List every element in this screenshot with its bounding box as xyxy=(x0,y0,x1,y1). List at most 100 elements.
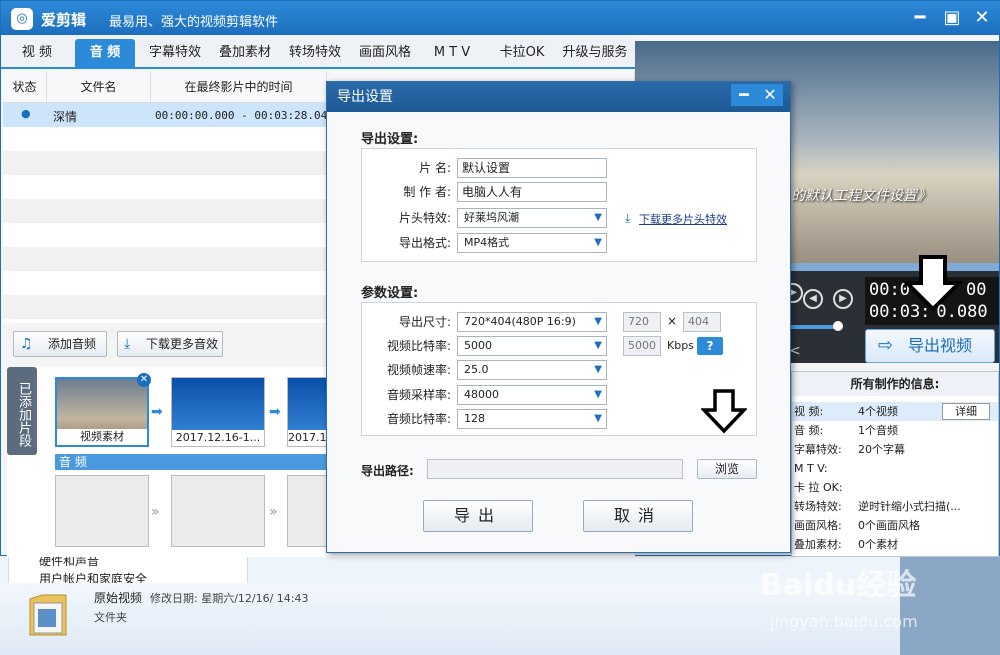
info-title: 所有制作的信息: xyxy=(792,372,998,396)
asample-select[interactable]: 48000 ▼ xyxy=(457,385,607,405)
chevron-right-icon: » xyxy=(269,504,278,520)
download-effects-button[interactable]: ⤓ 下载更多音效 xyxy=(117,331,223,357)
next-frame-icon[interactable]: ▶ xyxy=(833,289,853,309)
asample-value: 48000 xyxy=(464,388,499,401)
name-field[interactable]: 默认设置 xyxy=(457,158,607,178)
col-filename[interactable]: 文件名 xyxy=(47,71,151,103)
col-time[interactable]: 在最终影片中的时间 xyxy=(151,71,327,103)
tab-mtv[interactable]: M T V xyxy=(421,39,483,67)
clip-caption-3: 2017.12 xyxy=(288,430,328,446)
dialog-title: 导出设置 xyxy=(327,82,790,112)
folder-type: 文件夹 xyxy=(94,611,127,624)
info-value: 4个视频 xyxy=(858,405,898,418)
title-bar: ◎ 爱剪辑 最易用、强大的视频剪辑软件 ━ ▣ ✕ xyxy=(1,1,1000,35)
minimize-icon[interactable]: ━ xyxy=(731,84,757,106)
vbitrate-value: 5000 xyxy=(464,339,492,352)
row-time: 00:00:00.000 - 00:03:28.040 xyxy=(155,109,334,122)
tab-subtitles[interactable]: 字幕特效 xyxy=(141,39,209,67)
intro-select[interactable]: 好莱坞风潮 ▼ xyxy=(457,208,607,228)
info-label: M T V: xyxy=(794,462,828,475)
status-dot: ● xyxy=(21,107,31,120)
info-value: 20个字幕 xyxy=(858,443,905,456)
clip-thumb-3[interactable]: 2017.12 xyxy=(287,377,329,447)
clip-remove-icon[interactable]: ✕ xyxy=(137,373,151,387)
info-label: 音 频: xyxy=(794,424,824,437)
kbps-unit: Kbps xyxy=(667,339,694,352)
chevron-down-icon: ▼ xyxy=(594,212,602,223)
tab-karaoke[interactable]: 卡拉OK xyxy=(489,39,555,67)
abitrate-select[interactable]: 128 ▼ xyxy=(457,409,607,429)
info-row: M T V: xyxy=(792,459,998,478)
export-button[interactable]: 导出 xyxy=(423,500,533,532)
detail-button[interactable]: 详细 xyxy=(942,403,990,420)
author-field[interactable]: 电脑人人有 xyxy=(457,182,607,202)
chevron-down-icon: ▼ xyxy=(594,389,602,400)
info-panel: 所有制作的信息: 视 频: 4个视频 详细 音 频: 1个音频 字幕特效: 20个字… xyxy=(791,371,999,557)
format-select[interactable]: MP4格式 ▼ xyxy=(457,233,607,253)
browse-button[interactable]: 浏览 xyxy=(697,459,757,479)
export-icon: ⇨ xyxy=(878,335,894,356)
abitrate-value: 128 xyxy=(464,412,485,425)
info-value: 0个画面风格 xyxy=(858,519,920,532)
tab-overlay[interactable]: 叠加素材 xyxy=(211,39,279,67)
seek-bar[interactable] xyxy=(791,263,999,271)
help-icon[interactable]: ? xyxy=(697,337,723,355)
empty-slot xyxy=(55,475,149,547)
cancel-button[interactable]: 取消 xyxy=(583,500,693,532)
col-status[interactable]: 状态 xyxy=(3,71,47,103)
chevron-down-icon: ▼ xyxy=(594,364,602,375)
info-row: 转场特效: 逆时针缩小式扫描(... xyxy=(792,497,998,516)
download-intro-link[interactable]: 下载更多片头特效 xyxy=(639,211,727,227)
row-filename: 深情 xyxy=(53,110,78,124)
tab-transitions[interactable]: 转场特效 xyxy=(281,39,349,67)
clip-thumb-2[interactable]: 2017.12.16-1... xyxy=(171,377,265,447)
times-sign: × xyxy=(667,314,678,328)
baidu-watermark-url: jingyan.baidu.com xyxy=(770,612,918,631)
path-field[interactable] xyxy=(427,459,683,479)
fps-select[interactable]: 25.0 ▼ xyxy=(457,360,607,380)
close-icon[interactable]: ✕ xyxy=(757,84,783,106)
abitrate-label: 音频比特率: xyxy=(386,412,451,426)
folder-icon xyxy=(29,594,67,636)
main-tabs: 视 频 音 频 字幕特效 叠加素材 转场特效 画面风格 M T V 卡拉OK 升… xyxy=(1,35,635,69)
preview-caption: 的默认工程文件设置》 xyxy=(791,188,931,204)
export-settings-dialog: 导出设置 ━ ✕ 导出设置: 片 名: 默认设置 制 作 者: 电脑人人有 片头… xyxy=(326,81,791,553)
name-label: 片 名: xyxy=(419,161,451,175)
baidu-watermark: Baidu经验 xyxy=(760,568,917,603)
folder-name: 原始视频 xyxy=(94,591,143,605)
app-name: 爱剪辑 xyxy=(41,11,87,29)
add-audio-button[interactable]: ♫ 添加音频 xyxy=(13,331,107,357)
path-label: 导出路径: xyxy=(361,464,414,478)
maximize-icon[interactable]: ▣ xyxy=(939,5,965,31)
volume-slider[interactable] xyxy=(791,325,839,329)
music-add-icon: ♫ xyxy=(20,336,33,352)
format-label: 导出格式: xyxy=(398,236,451,250)
close-icon[interactable]: ✕ xyxy=(969,5,995,31)
add-audio-label: 添加音频 xyxy=(48,337,97,351)
asample-label: 音频采样率: xyxy=(386,388,451,402)
empty-slot xyxy=(287,475,329,547)
width-field: 720 xyxy=(623,312,661,332)
tab-video[interactable]: 视 频 xyxy=(5,39,69,67)
info-label: 叠加素材: xyxy=(794,538,842,551)
export-video-button[interactable]: ⇨ 导出视频 xyxy=(865,329,995,363)
audio-track: 音 频 xyxy=(55,454,329,470)
export-video-label: 导出视频 xyxy=(908,336,973,355)
minimize-icon[interactable]: ━ xyxy=(907,5,933,31)
vbitrate-select[interactable]: 5000 ▼ xyxy=(457,336,607,356)
size-select[interactable]: 720*404(480P 16:9) ▼ xyxy=(457,312,607,332)
prev-frame-icon[interactable]: ◀ xyxy=(803,289,823,309)
vbitrate-label: 视频比特率: xyxy=(386,339,451,353)
info-label: 转场特效: xyxy=(794,500,842,513)
tab-upgrade[interactable]: 升级与服务 xyxy=(557,39,633,67)
chevron-down-icon: ▼ xyxy=(594,413,602,424)
info-label: 画面风格: xyxy=(794,519,842,532)
fps-label: 视频帧速率: xyxy=(386,363,451,377)
volume-handle[interactable] xyxy=(833,321,843,331)
tab-audio[interactable]: 音 频 xyxy=(75,39,135,67)
clip-thumb-1[interactable]: 视频素材 xyxy=(55,377,149,447)
intro-value: 好莱坞风潮 xyxy=(464,211,519,224)
info-label: 视 频: xyxy=(794,405,824,418)
tab-filters[interactable]: 画面风格 xyxy=(351,39,419,67)
info-row: 叠加素材: 0个素材 xyxy=(792,535,998,554)
